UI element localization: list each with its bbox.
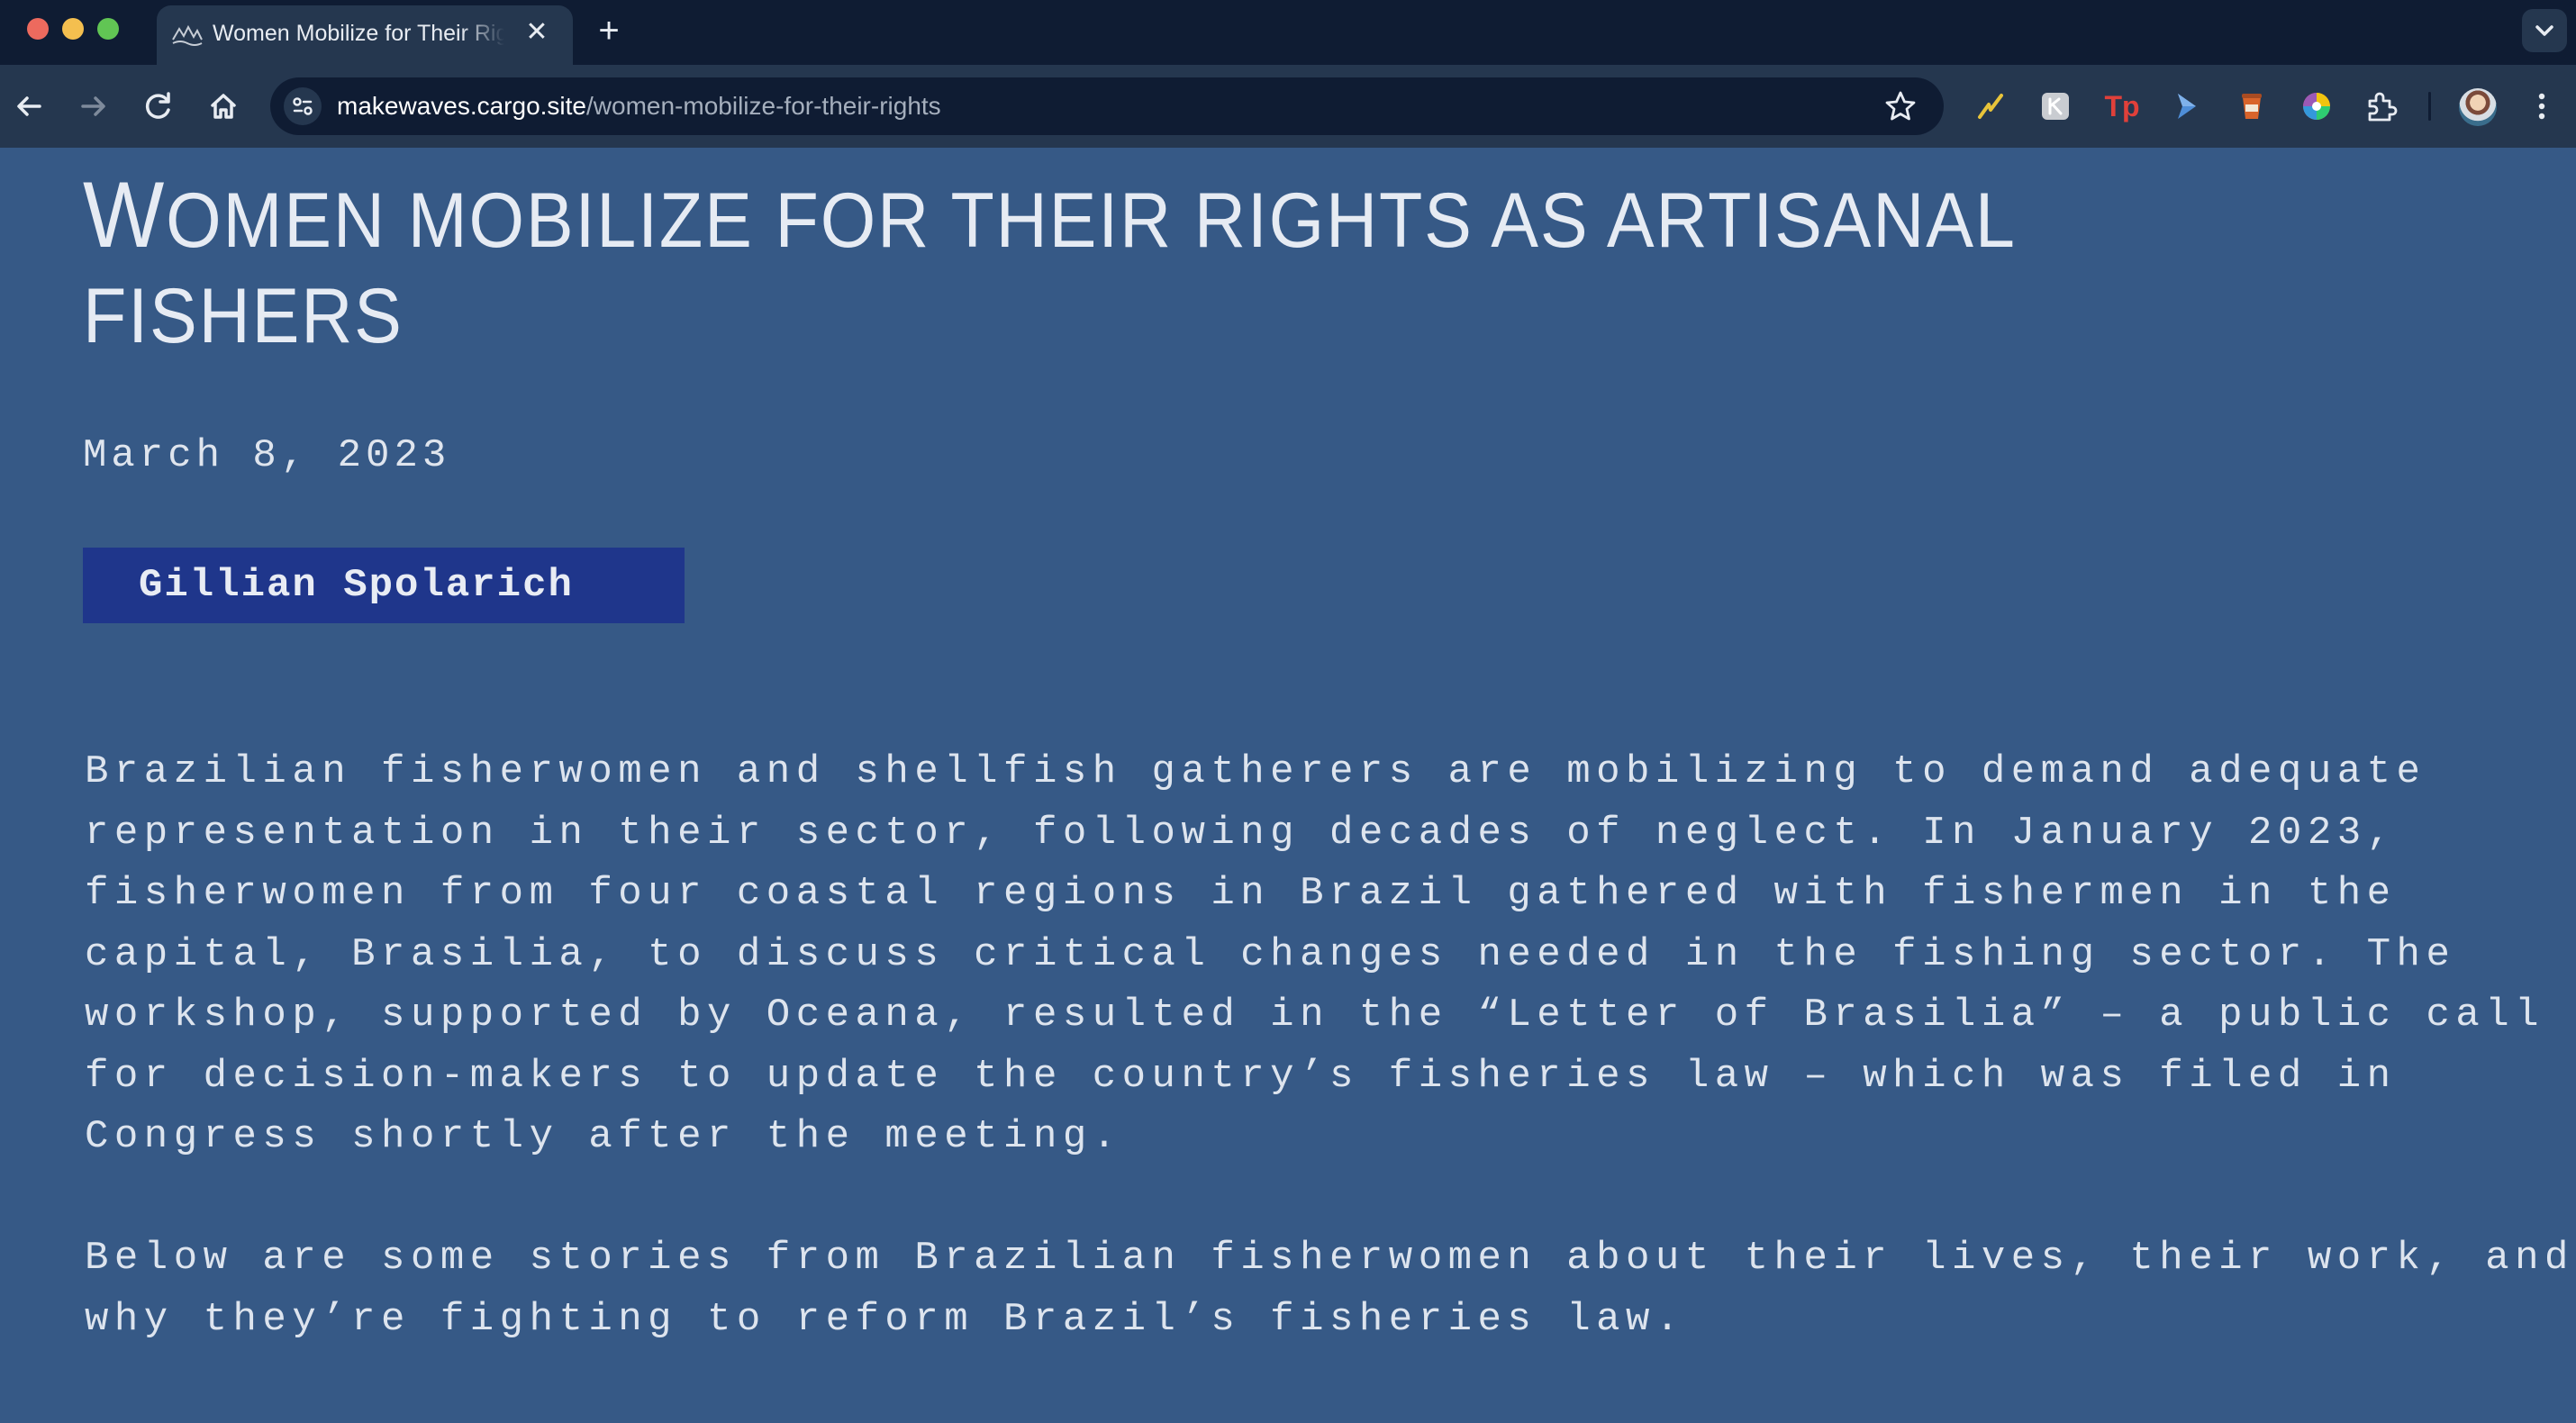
tab-bar: Women Mobilize for Their Rights as Artis…	[0, 0, 2576, 65]
lightning-extension-icon[interactable]	[1971, 86, 2010, 126]
paragraph-line: why they’re fighting to reform Brazil’s …	[85, 1296, 1685, 1342]
site-info-icon[interactable]	[283, 86, 322, 126]
cup-extension-icon[interactable]	[2232, 86, 2272, 126]
intro-paragraph: Brazilian fisherwomen and shellfish gath…	[85, 742, 2545, 1168]
tp-extension-icon[interactable]: Tp	[2102, 86, 2142, 126]
more-menu-icon[interactable]	[2527, 85, 2556, 128]
back-arrow-icon[interactable]	[7, 85, 50, 128]
author-badge: Gillian Spolarich	[83, 548, 685, 623]
paragraph-line: for decision-makers to update the countr…	[85, 1053, 2397, 1099]
new-tab-button[interactable]: +	[589, 11, 629, 50]
profile-avatar[interactable]	[2459, 88, 2497, 126]
maximize-window-button[interactable]	[97, 18, 119, 40]
title-initial: W	[83, 163, 167, 267]
close-window-button[interactable]	[27, 18, 49, 40]
paragraph-line: fisherwomen from four coastal regions in…	[85, 871, 2397, 916]
url-host: makewaves.cargo.site	[337, 92, 587, 120]
title-line-1: omen mobilize for their rights as artisa…	[166, 177, 2017, 264]
paragraph-line: Congress shortly after the meeting.	[85, 1114, 1122, 1159]
arrow-extension-icon[interactable]	[2167, 86, 2207, 126]
puzzle-extensions-icon[interactable]	[2362, 86, 2401, 126]
article-title: Women mobilize for their rights as artis…	[83, 168, 2154, 364]
paragraph-line: representation in their sector, followin…	[85, 810, 2397, 856]
home-icon[interactable]	[202, 85, 245, 128]
toolbar-divider	[2428, 92, 2431, 121]
color-wheel-extension-icon[interactable]	[2297, 86, 2336, 126]
bookmark-star-icon[interactable]	[1882, 88, 1918, 124]
paragraph-line: Below are some stories from Brazilian fi…	[85, 1236, 2574, 1281]
active-tab[interactable]: Women Mobilize for Their Rights as Artis…	[157, 5, 573, 65]
paragraph-line: capital, Brasilia, to discuss critical c…	[85, 931, 2456, 977]
stories-paragraph: Below are some stories from Brazilian fi…	[85, 1228, 2574, 1350]
waves-favicon-icon	[172, 24, 203, 46]
title-line-2: fishers	[83, 273, 404, 359]
browser-toolbar: makewaves.cargo.site/women-mobilize-for-…	[0, 65, 2576, 148]
chevron-down-icon	[2535, 25, 2553, 36]
tab-search-button[interactable]	[2522, 9, 2567, 52]
tab-title: Women Mobilize for Their Rights as Artis…	[213, 21, 504, 46]
url-text: makewaves.cargo.site/women-mobilize-for-…	[337, 90, 941, 122]
paragraph-line: workshop, supported by Oceana, resulted …	[85, 992, 2545, 1038]
address-bar[interactable]: makewaves.cargo.site/women-mobilize-for-…	[270, 77, 1944, 135]
publish-date: March 8, 2023	[83, 433, 451, 478]
reload-icon[interactable]	[137, 85, 180, 128]
url-path: /women-mobilize-for-their-rights	[586, 92, 941, 120]
grey-extension-icon[interactable]	[2036, 86, 2075, 126]
forward-arrow-icon[interactable]	[72, 85, 115, 128]
page-content: Women mobilize for their rights as artis…	[0, 148, 2576, 1423]
tab-close-icon[interactable]: ✕	[521, 16, 553, 49]
author-name: Gillian Spolarich	[139, 563, 574, 608]
paragraph-line: Brazilian fisherwomen and shellfish gath…	[85, 749, 2426, 794]
minimize-window-button[interactable]	[62, 18, 84, 40]
